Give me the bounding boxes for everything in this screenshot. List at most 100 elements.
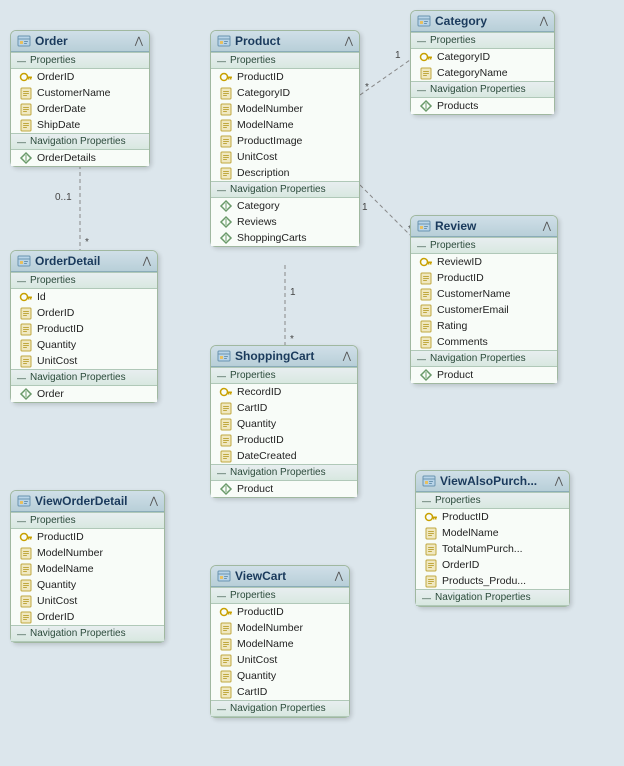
prop-label: OrderID bbox=[442, 559, 479, 571]
entity-header-shoppingcart[interactable]: ShoppingCart ⋀ bbox=[211, 346, 357, 367]
prop-label: ModelNumber bbox=[37, 547, 103, 559]
entity-header-viewcart[interactable]: ViewCart ⋀ bbox=[211, 566, 349, 587]
entity-review: Review ⋀ — Properties ReviewID ProductID bbox=[410, 215, 558, 384]
section-header-review-properties[interactable]: — Properties bbox=[411, 237, 557, 254]
prop-row-unitcost: UnitCost bbox=[11, 593, 164, 609]
prop-row-modelname: ModelName bbox=[416, 525, 569, 541]
prop-label: ReviewID bbox=[437, 256, 482, 268]
prop-label: Products bbox=[437, 100, 478, 112]
prop-label: UnitCost bbox=[37, 355, 77, 367]
prop-row-productid: ProductID bbox=[411, 270, 557, 286]
collapse-btn-vieworderdetail[interactable]: ⋀ bbox=[150, 496, 158, 507]
collapse-btn-category[interactable]: ⋀ bbox=[540, 16, 548, 27]
prop-label: ProductImage bbox=[237, 135, 302, 147]
prop-row-productid: ProductID bbox=[211, 604, 349, 620]
prop-row-orderdetails: OrderDetails bbox=[11, 150, 149, 166]
collapse-btn-viewcart[interactable]: ⋀ bbox=[335, 571, 343, 582]
prop-label: ModelName bbox=[442, 527, 499, 539]
prop-row-description: Description bbox=[211, 165, 359, 181]
prop-label: ModelNumber bbox=[237, 622, 303, 634]
prop-label: ProductID bbox=[437, 272, 484, 284]
section-header-vieworderdetail-navigationproperties[interactable]: — Navigation Properties bbox=[11, 625, 164, 642]
prop-row-unitcost: UnitCost bbox=[211, 652, 349, 668]
svg-text:*: * bbox=[365, 82, 369, 93]
entity-shoppingcart: ShoppingCart ⋀ — Properties RecordID Car… bbox=[210, 345, 358, 498]
section-header-shoppingcart-navigationproperties[interactable]: — Navigation Properties bbox=[211, 464, 357, 481]
prop-row-productimage: ProductImage bbox=[211, 133, 359, 149]
prop-row-modelnumber: ModelNumber bbox=[211, 620, 349, 636]
prop-label: Rating bbox=[437, 320, 467, 332]
section-header-review-navigationproperties[interactable]: — Navigation Properties bbox=[411, 350, 557, 367]
prop-row-orderid: OrderID bbox=[11, 69, 149, 85]
prop-row-order: Order bbox=[11, 386, 157, 402]
section-header-orderdetail-properties[interactable]: — Properties bbox=[11, 272, 157, 289]
prop-label: Product bbox=[237, 483, 273, 495]
entity-title-viewcart: ViewCart bbox=[235, 569, 286, 583]
prop-row-modelname: ModelName bbox=[11, 561, 164, 577]
prop-row-unitcost: UnitCost bbox=[211, 149, 359, 165]
svg-text:*: * bbox=[85, 237, 89, 248]
prop-row-orderid: OrderID bbox=[11, 305, 157, 321]
prop-row-customername: CustomerName bbox=[11, 85, 149, 101]
prop-row-productid: ProductID bbox=[11, 321, 157, 337]
entity-order: Order ⋀ — Properties OrderID CustomerNam… bbox=[10, 30, 150, 167]
svg-text:0..1: 0..1 bbox=[55, 192, 72, 203]
prop-label: CategoryID bbox=[237, 87, 290, 99]
prop-label: Comments bbox=[437, 336, 488, 348]
prop-label: ProductID bbox=[442, 511, 489, 523]
collapse-btn-order[interactable]: ⋀ bbox=[135, 36, 143, 47]
section-header-category-navigationproperties[interactable]: — Navigation Properties bbox=[411, 81, 554, 98]
section-header-order-navigationproperties[interactable]: — Navigation Properties bbox=[11, 133, 149, 150]
prop-row-id: Id bbox=[11, 289, 157, 305]
prop-label: CategoryID bbox=[437, 51, 490, 63]
prop-label: ProductID bbox=[237, 71, 284, 83]
prop-label: Products_Produ... bbox=[442, 575, 526, 587]
section-header-viewalsopurch-properties[interactable]: — Properties bbox=[416, 492, 569, 509]
entity-header-category[interactable]: Category ⋀ bbox=[411, 11, 554, 32]
section-header-orderdetail-navigationproperties[interactable]: — Navigation Properties bbox=[11, 369, 157, 386]
prop-row-categoryid: CategoryID bbox=[411, 49, 554, 65]
section-header-category-properties[interactable]: — Properties bbox=[411, 32, 554, 49]
entity-header-orderdetail[interactable]: OrderDetail ⋀ bbox=[11, 251, 157, 272]
entity-title-shoppingcart: ShoppingCart bbox=[235, 349, 314, 363]
entity-header-product[interactable]: Product ⋀ bbox=[211, 31, 359, 52]
prop-row-category: Category bbox=[211, 198, 359, 214]
prop-label: ShipDate bbox=[37, 119, 80, 131]
prop-label: Id bbox=[37, 291, 46, 303]
section-header-product-properties[interactable]: — Properties bbox=[211, 52, 359, 69]
section-header-vieworderdetail-properties[interactable]: — Properties bbox=[11, 512, 164, 529]
entity-header-vieworderdetail[interactable]: ViewOrderDetail ⋀ bbox=[11, 491, 164, 512]
prop-row-productid: ProductID bbox=[211, 432, 357, 448]
section-header-viewcart-properties[interactable]: — Properties bbox=[211, 587, 349, 604]
prop-row-quantity: Quantity bbox=[211, 416, 357, 432]
section-header-shoppingcart-properties[interactable]: — Properties bbox=[211, 367, 357, 384]
section-header-viewcart-navigationproperties[interactable]: — Navigation Properties bbox=[211, 700, 349, 717]
prop-row-reviews: Reviews bbox=[211, 214, 359, 230]
prop-label: ModelNumber bbox=[237, 103, 303, 115]
section-header-viewalsopurch-navigationproperties[interactable]: — Navigation Properties bbox=[416, 589, 569, 606]
collapse-btn-product[interactable]: ⋀ bbox=[345, 36, 353, 47]
prop-row-modelname: ModelName bbox=[211, 636, 349, 652]
prop-label: OrderID bbox=[37, 307, 74, 319]
prop-label: ProductID bbox=[37, 323, 84, 335]
prop-row-product: Product bbox=[411, 367, 557, 383]
section-header-product-navigationproperties[interactable]: — Navigation Properties bbox=[211, 181, 359, 198]
prop-label: OrderDate bbox=[37, 103, 86, 115]
collapse-btn-review[interactable]: ⋀ bbox=[543, 221, 551, 232]
entity-viewcart: ViewCart ⋀ — Properties ProductID ModelN… bbox=[210, 565, 350, 718]
collapse-btn-orderdetail[interactable]: ⋀ bbox=[143, 256, 151, 267]
prop-label: ModelName bbox=[237, 119, 294, 131]
prop-label: ProductID bbox=[237, 606, 284, 618]
prop-label: DateCreated bbox=[237, 450, 297, 462]
entity-header-review[interactable]: Review ⋀ bbox=[411, 216, 557, 237]
prop-label: UnitCost bbox=[37, 595, 77, 607]
prop-label: OrderID bbox=[37, 611, 74, 623]
entity-header-viewalsopurch[interactable]: ViewAlsoPurch... ⋀ bbox=[416, 471, 569, 492]
collapse-btn-shoppingcart[interactable]: ⋀ bbox=[343, 351, 351, 362]
prop-row-quantity: Quantity bbox=[211, 668, 349, 684]
prop-row-datecreated: DateCreated bbox=[211, 448, 357, 464]
section-header-order-properties[interactable]: — Properties bbox=[11, 52, 149, 69]
entity-header-order[interactable]: Order ⋀ bbox=[11, 31, 149, 52]
collapse-btn-viewalsopurch[interactable]: ⋀ bbox=[555, 476, 563, 487]
prop-row-products-produ---: Products_Produ... bbox=[416, 573, 569, 589]
